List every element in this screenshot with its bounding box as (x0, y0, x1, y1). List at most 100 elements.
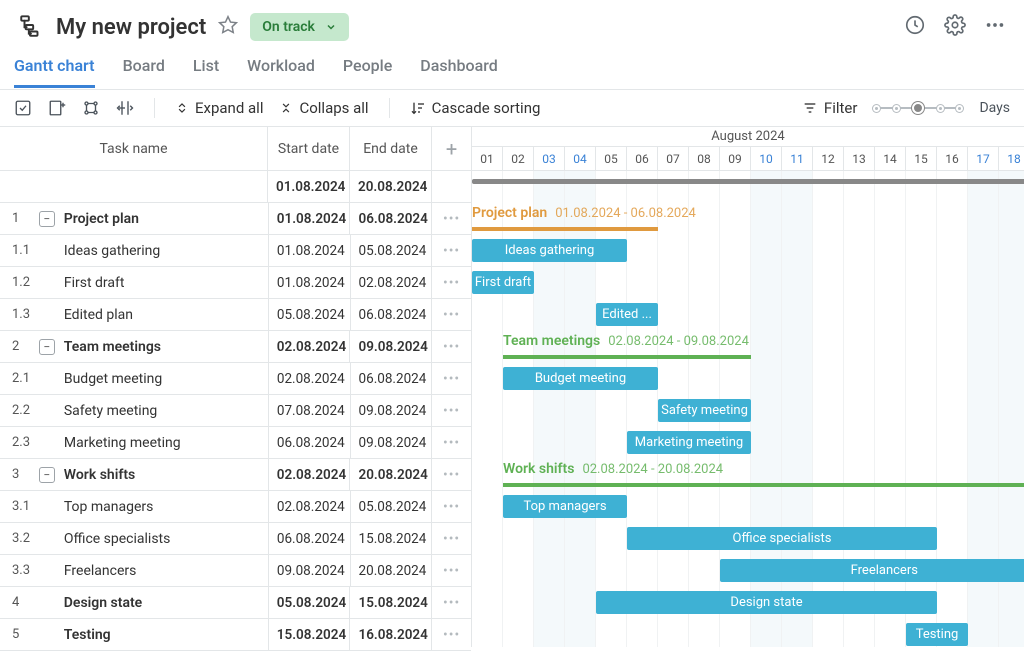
day-header: 05 (596, 147, 627, 170)
row-more-icon[interactable]: ••• (431, 267, 471, 298)
task-add-icon[interactable] (48, 99, 66, 117)
expand-all-button[interactable]: Expand all (175, 99, 263, 117)
status-badge[interactable]: On track (250, 13, 349, 41)
task-row[interactable]: 1.2First draft01.08.202402.08.2024••• (0, 267, 471, 299)
hierarchy-icon[interactable] (82, 99, 100, 117)
row-more-icon[interactable]: ••• (431, 619, 471, 650)
gantt-bar[interactable]: Safety meeting (658, 399, 751, 422)
row-more-icon[interactable]: ••• (431, 587, 471, 618)
collapse-toggle[interactable]: − (34, 339, 60, 355)
task-name: Ideas gathering (44, 243, 268, 259)
row-more-icon[interactable]: ••• (431, 459, 471, 490)
zoom-slider[interactable] (873, 107, 963, 109)
col-start: Start date (268, 127, 350, 171)
project-title: My new project (56, 15, 206, 40)
task-name: Design state (60, 595, 268, 611)
summary-start: 01.08.2024 (268, 171, 350, 202)
task-start: 07.08.2024 (268, 395, 350, 426)
task-index: 2.1 (0, 371, 44, 386)
task-start: 05.08.2024 (268, 299, 350, 330)
task-row[interactable]: 4Design state05.08.202415.08.2024••• (0, 587, 471, 619)
row-more-icon[interactable]: ••• (431, 299, 471, 330)
columns-icon[interactable] (116, 99, 134, 117)
task-start: 05.08.2024 (268, 587, 350, 618)
task-index: 5 (0, 627, 34, 642)
task-end: 09.08.2024 (349, 331, 431, 362)
gantt-bar[interactable]: Office specialists (627, 527, 937, 550)
task-end: 20.08.2024 (350, 555, 432, 586)
task-row[interactable]: 3.3Freelancers09.08.202420.08.2024••• (0, 555, 471, 587)
cascade-sort-button[interactable]: Cascade sorting (410, 99, 541, 117)
task-row[interactable]: 3.2Office specialists06.08.202415.08.202… (0, 523, 471, 555)
view-tabs: Gantt chart Board List Workload People D… (0, 52, 1024, 89)
task-name: Top managers (44, 499, 268, 515)
row-more-icon[interactable]: ••• (431, 523, 471, 554)
checkbox-tool-icon[interactable] (14, 99, 32, 117)
collapse-toggle[interactable]: − (34, 211, 60, 227)
history-icon[interactable] (904, 14, 926, 40)
task-name: Office specialists (44, 531, 268, 547)
group-label: Team meetings02.08.2024 - 09.08.2024 (503, 333, 749, 349)
task-start: 02.08.2024 (268, 459, 350, 490)
gantt-bar[interactable]: Ideas gathering (472, 239, 627, 262)
tab-board[interactable]: Board (123, 52, 165, 88)
chevron-down-icon (325, 21, 337, 33)
gantt-bar[interactable]: Top managers (503, 495, 627, 518)
gantt-bar[interactable]: Testing (906, 623, 968, 646)
minus-icon: − (39, 211, 55, 227)
row-more-icon[interactable]: ••• (431, 491, 471, 522)
favorite-icon[interactable] (218, 15, 238, 39)
task-row[interactable]: 2.3Marketing meeting06.08.202409.08.2024… (0, 427, 471, 459)
filter-button[interactable]: Filter (802, 99, 858, 117)
task-row[interactable]: 2.1Budget meeting02.08.202406.08.2024••• (0, 363, 471, 395)
day-header: 07 (658, 147, 689, 170)
gantt-bar[interactable]: Marketing meeting (627, 431, 751, 454)
col-end: End date (350, 127, 432, 171)
gantt-bar[interactable]: Design state (596, 591, 937, 614)
row-more-icon[interactable]: ••• (431, 235, 471, 266)
collapse-all-button[interactable]: Collaps all (279, 99, 368, 117)
task-name: Marketing meeting (44, 435, 268, 451)
add-column-button[interactable]: + (432, 127, 471, 171)
gantt-bar[interactable]: Freelancers (720, 559, 1024, 582)
task-row[interactable]: 1.1Ideas gathering01.08.202405.08.2024••… (0, 235, 471, 267)
col-name: Task name (0, 127, 268, 171)
task-row[interactable]: 3−Work shifts02.08.202420.08.2024••• (0, 459, 471, 491)
task-end: 05.08.2024 (350, 235, 432, 266)
tab-gantt[interactable]: Gantt chart (14, 52, 95, 88)
row-more-icon[interactable]: ••• (431, 427, 471, 458)
tab-workload[interactable]: Workload (247, 52, 315, 88)
task-row[interactable]: 5Testing15.08.202416.08.2024••• (0, 619, 471, 651)
day-header: 08 (689, 147, 720, 170)
row-more-icon[interactable]: ••• (431, 395, 471, 426)
gantt-bar[interactable]: First draft (472, 271, 534, 294)
task-row[interactable]: 1.3Edited plan05.08.202406.08.2024••• (0, 299, 471, 331)
day-header: 10 (751, 147, 782, 170)
row-more-icon[interactable]: ••• (431, 363, 471, 394)
task-start: 02.08.2024 (268, 363, 350, 394)
task-name: Budget meeting (44, 371, 268, 387)
task-end: 02.08.2024 (350, 267, 432, 298)
tab-people[interactable]: People (343, 52, 392, 88)
collapse-toggle[interactable]: − (34, 467, 60, 483)
tab-dashboard[interactable]: Dashboard (420, 52, 497, 88)
task-row[interactable]: 1−Project plan01.08.202406.08.2024••• (0, 203, 471, 235)
task-end: 09.08.2024 (350, 427, 432, 458)
gantt-bar[interactable]: Edited ... (596, 303, 658, 326)
row-more-icon[interactable]: ••• (431, 331, 471, 362)
task-row[interactable]: 2−Team meetings02.08.202409.08.2024••• (0, 331, 471, 363)
tab-list[interactable]: List (193, 52, 219, 88)
row-more-icon[interactable]: ••• (431, 203, 471, 234)
timeline[interactable]: August 2024 0102030405060708091011121314… (472, 127, 1024, 647)
row-more-icon[interactable]: ••• (431, 555, 471, 586)
task-index: 1 (0, 211, 34, 226)
day-header: 16 (937, 147, 968, 170)
settings-icon[interactable] (944, 14, 966, 40)
summary-row: 01.08.2024 20.08.2024 (0, 171, 471, 203)
more-icon[interactable] (984, 14, 1006, 40)
gantt-bar[interactable]: Budget meeting (503, 367, 658, 390)
task-index: 1.1 (0, 243, 44, 258)
task-index: 1.3 (0, 307, 44, 322)
task-row[interactable]: 3.1Top managers02.08.202405.08.2024••• (0, 491, 471, 523)
task-row[interactable]: 2.2Safety meeting07.08.202409.08.2024••• (0, 395, 471, 427)
